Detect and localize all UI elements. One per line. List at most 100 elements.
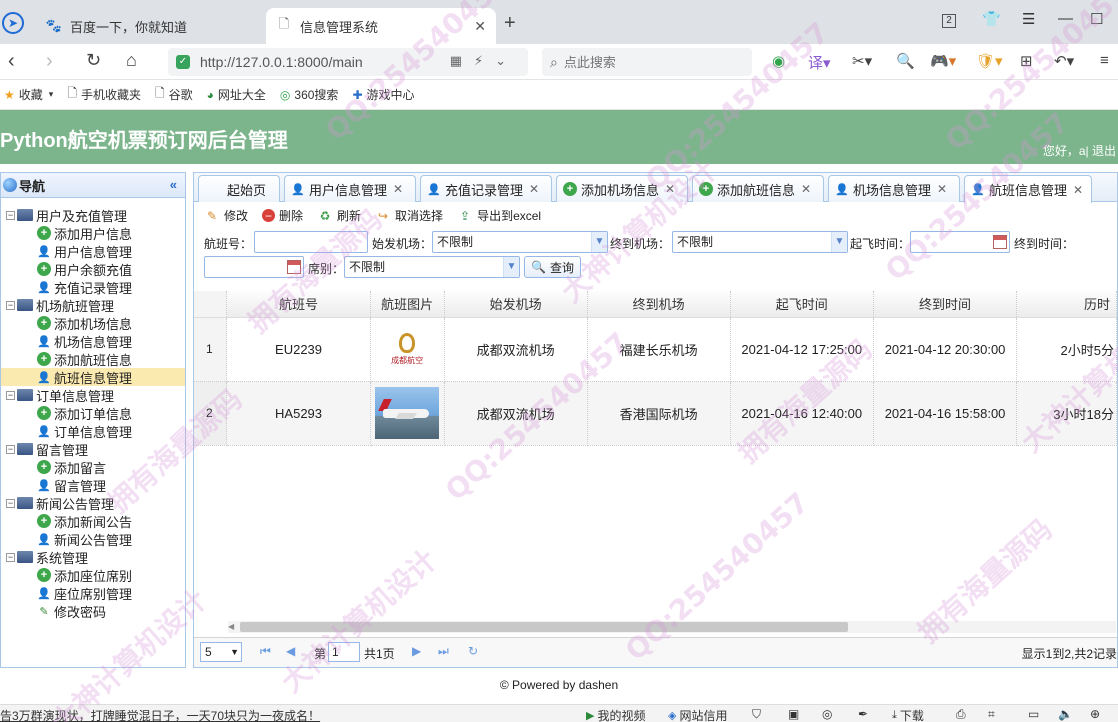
compass-icon[interactable]: ◎ [822,707,832,721]
url-tools-icon[interactable]: ▦⚡⌄ [450,53,518,69]
panel-tab[interactable]: 👤 用户信息管理 ✕ [284,175,416,202]
last-page-icon[interactable]: ⏭ [438,644,449,659]
nav-item[interactable]: + 添加新闻公告 [1,512,185,530]
scrollbar-thumb[interactable] [240,622,848,632]
grid-apps-icon[interactable]: ⊞ [1020,52,1033,70]
browser-tab-baidu[interactable]: 🐾 百度一下，你就知道 [36,8,266,44]
home-icon[interactable]: ⌂ [126,50,137,71]
magnifier-icon[interactable]: 🔍 [896,52,915,70]
edit-button[interactable]: ✎ 修改 [204,207,248,224]
close-icon[interactable]: ✕ [937,182,947,196]
close-tab-icon[interactable]: ✕ [474,18,486,35]
bookmark-item[interactable]: 🗋 手机收藏夹 [67,84,141,105]
table-row[interactable]: 2 HA5293 成都双流机场 香港国际机场 2021-04-16 12:40:… [194,381,1117,446]
nav-item[interactable]: + 添加机场信息 [1,314,185,332]
column-header[interactable]: 航班号 [226,291,371,318]
export-excel-button[interactable]: ⇪ 导出到excel [457,207,541,224]
close-icon[interactable]: ✕ [529,182,539,196]
start-airport-select[interactable]: 不限制 ▼ [432,231,608,253]
zoom-icon[interactable]: ⊕ [1090,707,1100,721]
nav-item[interactable]: + 用户余额充值 [1,260,185,278]
menu-icon[interactable]: ≡ [1100,52,1109,69]
nav-item[interactable]: + 添加用户信息 [1,224,185,242]
bookmark-item[interactable]: ◕ 网址大全 [207,86,266,103]
reload-icon[interactable]: ↻ [468,644,478,658]
nav-item[interactable]: ✎ 修改密码 [1,602,185,620]
translate-icon[interactable]: 译▾ [808,52,831,73]
calendar-icon[interactable] [993,235,1007,249]
scroll-left-icon[interactable]: ◀ [228,621,238,633]
collapse-minus-icon[interactable]: − [6,552,15,562]
column-header[interactable]: 始发机场 [444,291,588,318]
reload-icon[interactable]: ↻ [86,50,101,71]
panel-tab[interactable]: 👤 机场信息管理 ✕ [828,175,960,202]
first-page-icon[interactable]: ⏮ [260,644,271,659]
site-credit-button[interactable]: ◈ 网站信用 [668,707,727,722]
nav-item[interactable]: 👤 订单信息管理 [1,422,185,440]
nav-item[interactable]: + 添加留言 [1,458,185,476]
bookmark-item[interactable]: 🗋 谷歌 [155,84,193,105]
game-icon[interactable]: 🎮▾ [930,52,956,70]
extension-green-icon[interactable]: ◉ [772,52,785,70]
nav-item[interactable]: 👤 座位席别管理 [1,584,185,602]
minimize-icon[interactable]: — [1058,10,1073,27]
url-field[interactable]: ✓ http://127.0.0.1:8000/main ▦⚡⌄ [168,48,528,76]
cancel-select-button[interactable]: ↪ 取消选择 [375,207,443,224]
panel-tab[interactable]: + 添加航班信息 ✕ [692,175,824,202]
nav-group[interactable]: − 新闻公告管理 [1,494,185,512]
nav-item[interactable]: + 添加订单信息 [1,404,185,422]
bookmark-item[interactable]: ★ 收藏 ▾ [4,86,53,103]
refresh-button[interactable]: ♻ 刷新 [317,207,361,224]
my-video-button[interactable]: ▶ 我的视频 [586,707,645,722]
nav-item[interactable]: 👤 留言管理 [1,476,185,494]
delete-button[interactable]: − 删除 [262,207,303,224]
maximize-icon[interactable]: ☐ [1090,10,1103,28]
calendar-icon[interactable] [287,260,301,274]
end-airport-select[interactable]: 不限制 ▼ [672,231,848,253]
news-ticker-link[interactable]: 告3万群演现状，打牌睡觉混日子，一天70块只为一夜成名！ [0,707,320,722]
seat-select[interactable]: 不限制 ▼ [344,256,520,278]
image-icon[interactable]: ▣ [788,707,799,721]
browser-search-input[interactable] [563,54,724,70]
column-header[interactable]: 终到时间 [873,291,1018,318]
crop-icon[interactable]: ⌗ [988,707,995,722]
scissors-icon[interactable]: ✂▾ [852,52,872,70]
collapse-minus-icon[interactable]: − [6,300,15,310]
menu-icon[interactable]: ☰ [1022,10,1035,28]
nav-item[interactable]: 👤 新闻公告管理 [1,530,185,548]
column-header[interactable]: 起飞时间 [730,291,874,318]
collapse-minus-icon[interactable]: − [6,498,15,508]
nav-item[interactable]: 👤 机场信息管理 [1,332,185,350]
user-greeting[interactable]: 您好，a| 退出 [1043,142,1116,159]
horizontal-scrollbar[interactable]: ◀ [228,621,1116,633]
nav-item[interactable]: + 添加座位席别 [1,566,185,584]
close-icon[interactable]: ✕ [665,182,675,196]
nav-item[interactable]: 👤 充值记录管理 [1,278,185,296]
pen-icon[interactable]: ✒ [858,707,868,721]
collapse-minus-icon[interactable]: − [6,390,15,400]
column-header[interactable]: 终到机场 [587,291,731,318]
nav-item[interactable]: + 添加航班信息 [1,350,185,368]
window-icon[interactable]: ▭ [1028,707,1039,721]
flight-no-input[interactable] [254,231,368,253]
prev-page-icon[interactable]: ◀ [286,644,295,658]
depart-time-input[interactable] [910,231,1010,253]
download-button[interactable]: ⤓ 下载 [892,707,924,722]
collapse-minus-icon[interactable]: − [6,210,15,220]
panel-tab[interactable]: 起始页 [198,175,280,202]
column-header[interactable]: 航班图片 [370,291,445,318]
table-row[interactable]: 1 EU2239 成都航空 成都双流机场 福建长乐机场 2021-04-12 1… [194,317,1117,382]
collapse-left-icon[interactable]: « [170,177,177,192]
nav-item[interactable]: 👤 航班信息管理 [1,368,185,386]
browser-search-box[interactable]: ⌕ [542,48,752,76]
panel-tab[interactable]: 👤 充值记录管理 ✕ [420,175,552,202]
shirt-skin-icon[interactable]: 👕 [982,10,1001,28]
back-icon[interactable]: ‹ [8,50,15,73]
nav-group[interactable]: − 系统管理 [1,548,185,566]
nav-item[interactable]: 👤 用户信息管理 [1,242,185,260]
forward-icon[interactable]: › [46,50,53,73]
panel-tab[interactable]: + 添加机场信息 ✕ [556,175,688,202]
undo-icon[interactable]: ↶▾ [1054,52,1074,70]
browser-logo-icon[interactable]: ➤ [2,12,24,34]
browser-tab-active[interactable]: 🗋 信息管理系统 ✕ [266,8,496,44]
